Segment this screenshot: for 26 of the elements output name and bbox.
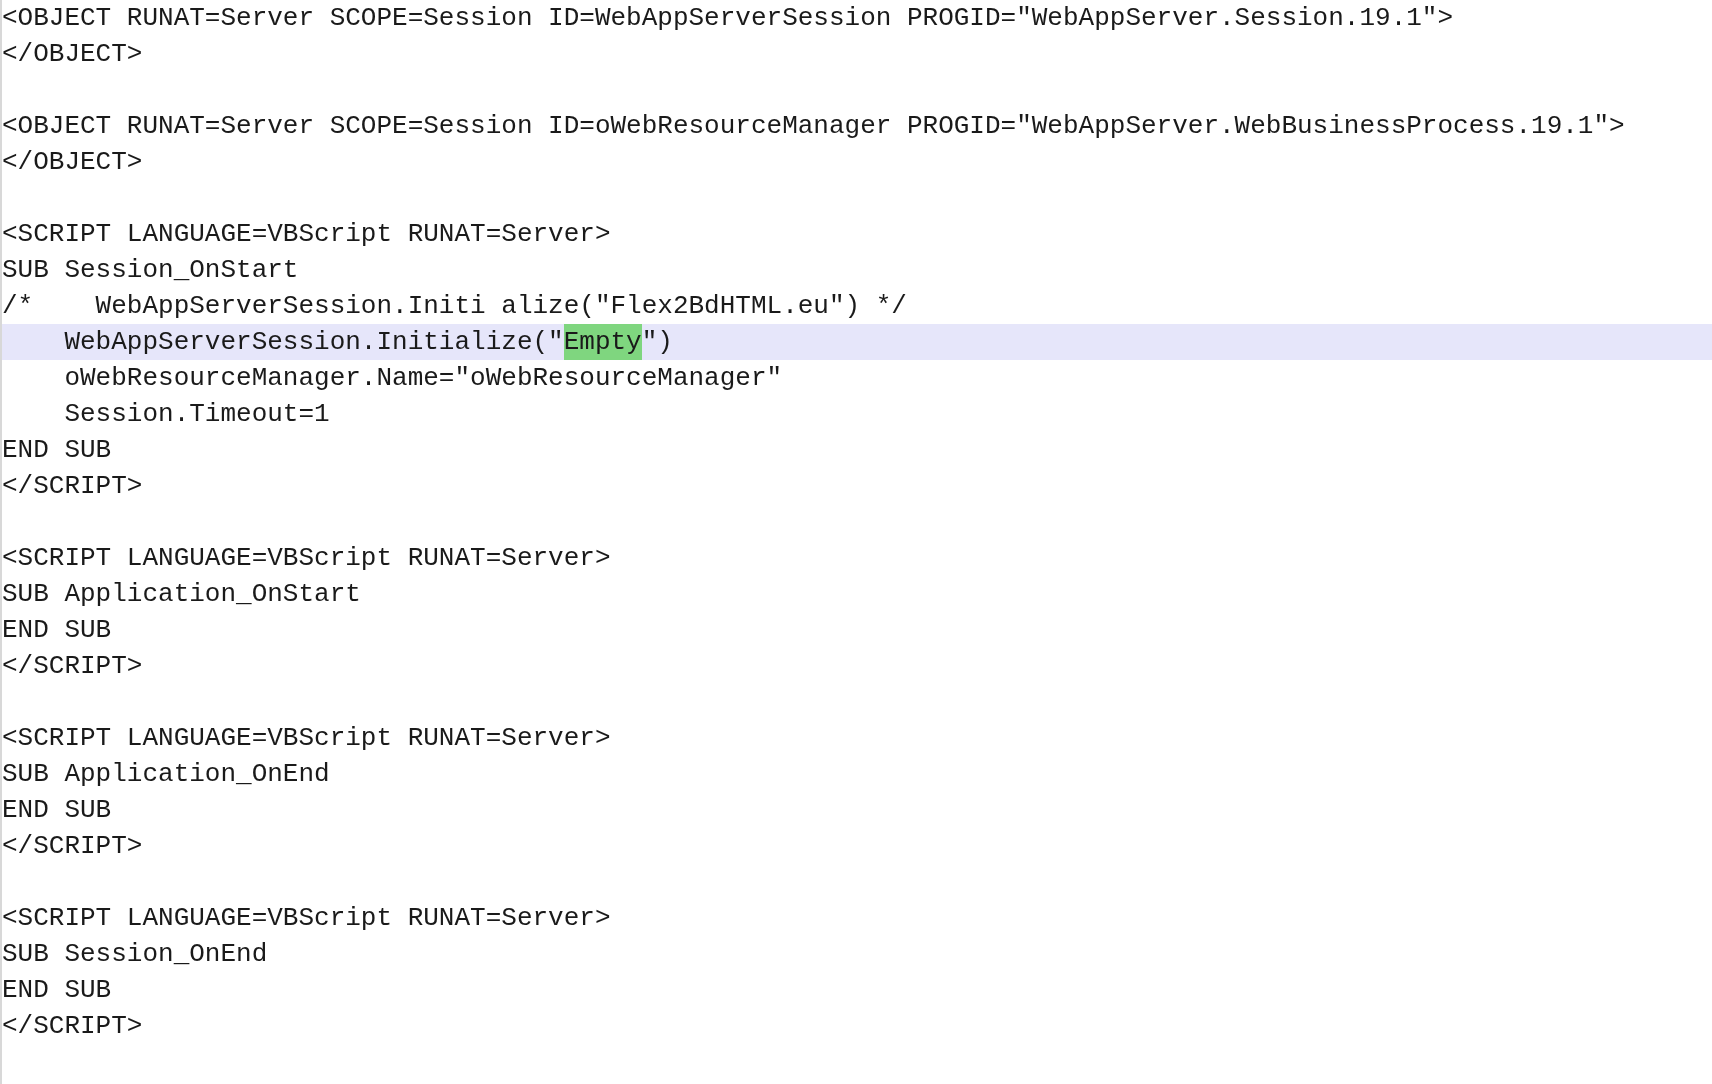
code-text: </SCRIPT> — [2, 470, 143, 503]
code-text: <SCRIPT LANGUAGE=VBScript RUNAT=Server> — [2, 902, 611, 935]
code-text: SUB Session_OnEnd — [2, 938, 268, 971]
code-text: </SCRIPT> — [2, 1010, 143, 1043]
code-text: </OBJECT> — [2, 38, 143, 71]
code-text: oWebResourceManager.Name="oWebResourceManager" — [63, 362, 783, 395]
search-match: Empty — [563, 324, 642, 360]
code-text: END SUB — [2, 434, 112, 467]
code-text: SUB Session_OnStart — [2, 254, 299, 287]
code-text: /* WebAppServerSession.Initi alize("Flex2BdHTML.eu") */ — [2, 290, 907, 323]
code-text: ") — [641, 326, 673, 359]
code-text: SUB Application_OnStart — [2, 578, 361, 611]
code-text: Session.Timeout=1 — [63, 398, 330, 431]
code-text: <OBJECT RUNAT=Server SCOPE=Session ID=WebAppServerSession PROGID="WebAppServer.Session.19.1"> — [2, 2, 1454, 35]
code-text: </OBJECT> — [2, 146, 143, 179]
code-text: SUB Application_OnEnd — [2, 758, 330, 791]
code-text: END SUB — [2, 974, 112, 1007]
code-text: <OBJECT RUNAT=Server SCOPE=Session ID=oWebResourceManager PROGID="WebAppServer.WebBusinessProcess.19.1"> — [2, 110, 1625, 143]
code-text: END SUB — [2, 794, 112, 827]
code-text: </SCRIPT> — [2, 830, 143, 863]
code-text: <SCRIPT LANGUAGE=VBScript RUNAT=Server> — [2, 218, 611, 251]
code-text: <SCRIPT LANGUAGE=VBScript RUNAT=Server> — [2, 722, 611, 755]
code-text: WebAppServerSession.Initialize(" — [63, 326, 564, 359]
code-text: <SCRIPT LANGUAGE=VBScript RUNAT=Server> — [2, 542, 611, 575]
code-text: END SUB — [2, 614, 112, 647]
code-text: </SCRIPT> — [2, 650, 143, 683]
